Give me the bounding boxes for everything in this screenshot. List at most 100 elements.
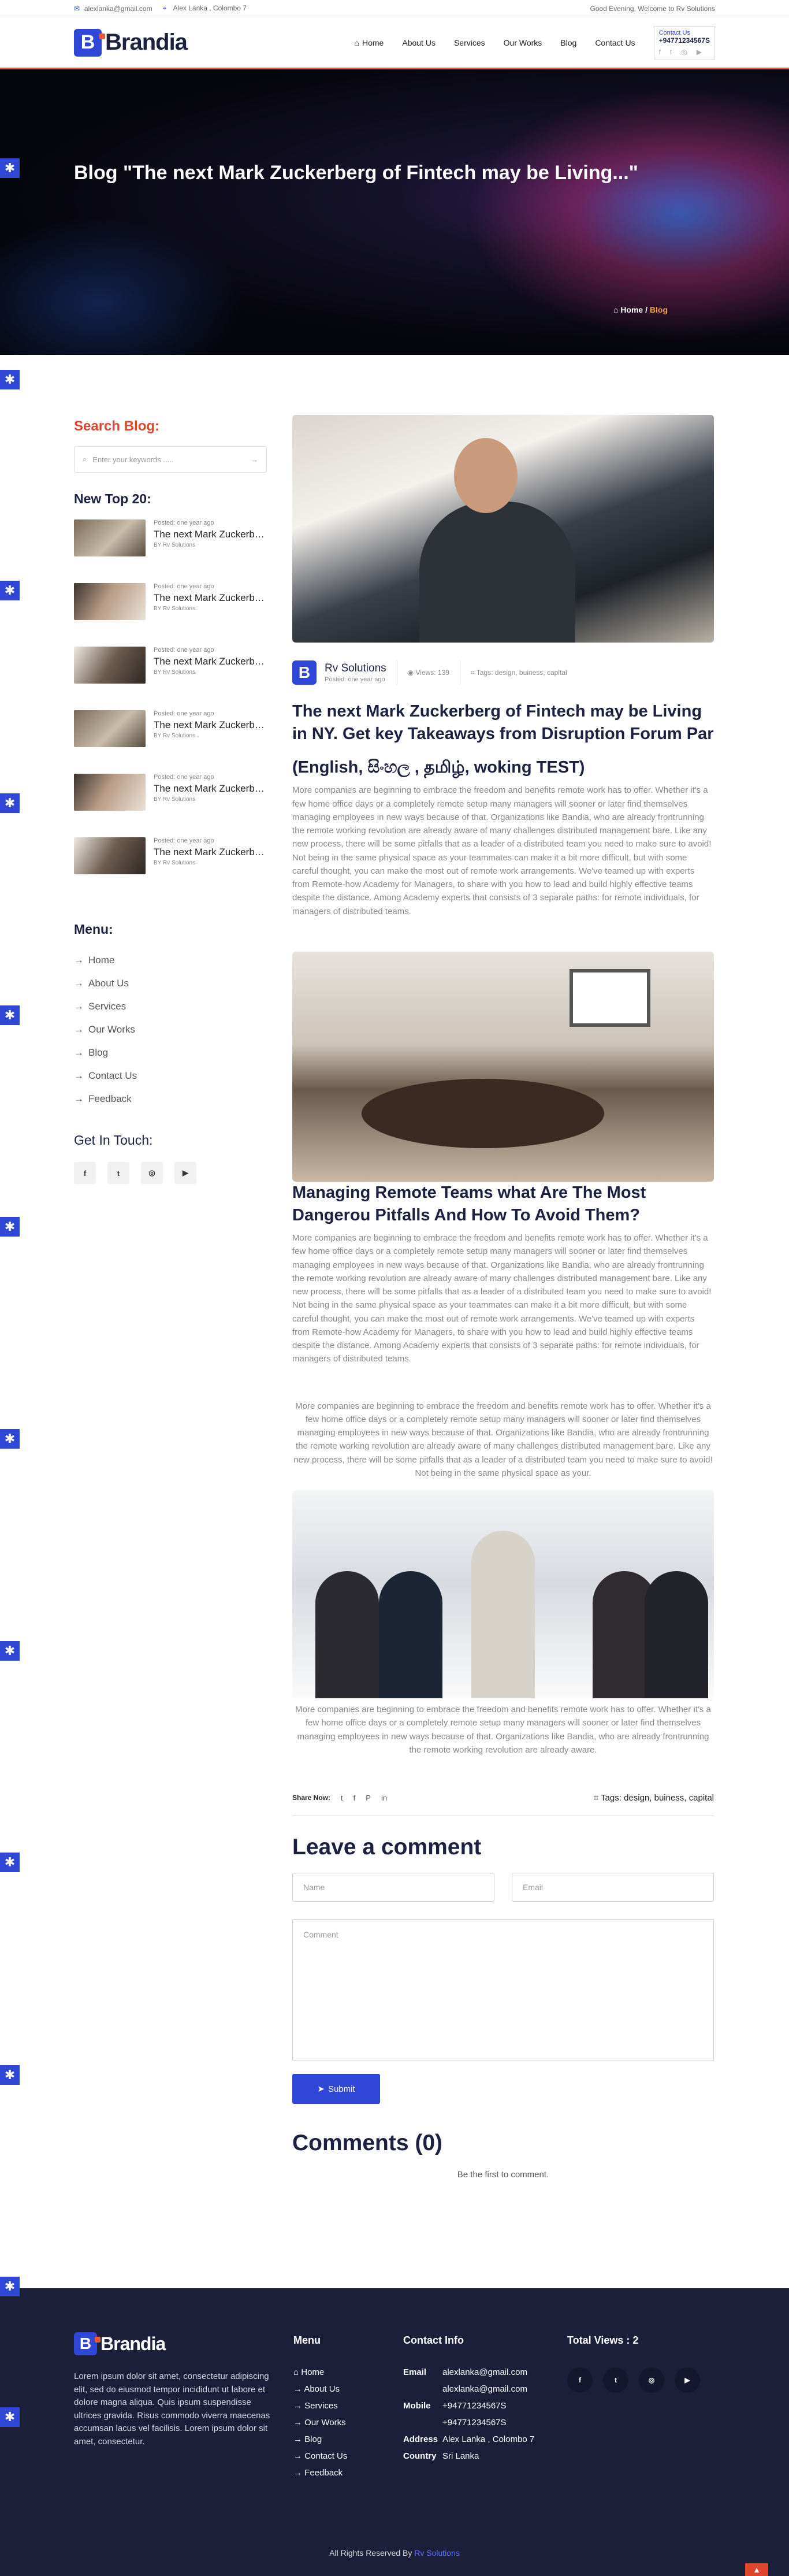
list-item[interactable]: Posted: one year ago The next Mark Zucker… — [74, 583, 267, 634]
back-to-top-button[interactable]: ▲ — [745, 2563, 768, 2576]
arrow-right-icon: → — [74, 978, 84, 989]
sidebar-item-our-works[interactable]: → Our Works — [74, 1018, 267, 1041]
footer-item-about-us[interactable]: → About Us — [293, 2384, 347, 2401]
submit-button[interactable]: ➤ Submit — [292, 2074, 380, 2104]
arrow-right-icon: → — [74, 1093, 84, 1104]
facebook-icon[interactable]: f — [567, 2367, 593, 2393]
article-hero-image — [292, 415, 714, 643]
email-field[interactable]: Email — [512, 1873, 714, 1902]
greeting: Good Evening, Welcome to Rv Solutions — [590, 4, 715, 13]
list-item[interactable]: Posted: one year ago The next Mark Zucker… — [74, 837, 267, 888]
breadcrumb-home[interactable]: ⌂ Home — [613, 305, 643, 314]
accessibility-star-icon[interactable]: ✱ — [0, 2407, 20, 2427]
footer-item-blog[interactable]: → Blog — [293, 2434, 347, 2451]
nav-our-works[interactable]: Our Works — [504, 38, 542, 47]
comment-field[interactable]: Comment — [292, 1919, 714, 2062]
email-info[interactable]: ✉ alexlanka@gmail.com — [74, 5, 152, 13]
header-phone[interactable]: +94771234567S — [659, 36, 710, 44]
share-bar: Share Now: t f P in ⌗ Tags: design, buin… — [292, 1788, 714, 1807]
post-thumbnail — [74, 583, 146, 620]
youtube-icon[interactable]: ▶ — [697, 48, 702, 56]
linkedin-icon[interactable]: in — [381, 1794, 387, 1802]
author-bar: B Rv Solutions Posted: one year ago ◉ Vie… — [292, 658, 714, 688]
search-input[interactable]: ⌕ Enter your keywords ..... → — [74, 446, 267, 473]
sidebar: Search Blog: ⌕ Enter your keywords .....… — [74, 415, 267, 2180]
pinterest-icon[interactable]: P — [366, 1794, 371, 1802]
facebook-icon[interactable]: f — [353, 1794, 356, 1802]
main-nav: ⌂ Home About Us Services Our Works Blog C… — [355, 25, 715, 60]
post-thumbnail — [74, 774, 146, 811]
search-title: Search Blog: — [74, 418, 160, 434]
sidebar-item-blog[interactable]: → Blog — [74, 1041, 267, 1064]
phone-icon-label: Contact Us — [658, 29, 690, 36]
arrow-right-icon: → — [74, 1047, 84, 1058]
instagram-icon[interactable]: ◎ — [639, 2367, 664, 2393]
accessibility-star-icon[interactable]: ✱ — [0, 158, 20, 178]
list-item[interactable]: Posted: one year ago The next Mark Zucker… — [74, 710, 267, 761]
arrow-right-icon[interactable]: → — [251, 455, 258, 464]
instagram-icon[interactable]: ◎ — [141, 1162, 163, 1184]
list-item[interactable]: Posted: one year ago The next Mark Zucker… — [74, 774, 267, 825]
nav-services[interactable]: Services — [454, 38, 485, 47]
youtube-icon[interactable]: ▶ — [675, 2367, 700, 2393]
instagram-icon[interactable]: ◎ — [681, 48, 687, 56]
name-field[interactable]: Name — [292, 1873, 494, 1902]
accessibility-star-icon[interactable]: ✱ — [0, 1429, 20, 1449]
footer-item-home[interactable]: ⌂ Home — [293, 2367, 347, 2384]
accessibility-star-icon[interactable]: ✱ — [0, 1641, 20, 1661]
tag-icon: ⌗ — [593, 1792, 599, 1803]
post-thumbnail — [74, 519, 146, 556]
twitter-icon[interactable]: t — [341, 1794, 343, 1802]
accessibility-star-icon[interactable]: ✱ — [0, 581, 20, 600]
accessibility-star-icon[interactable]: ✱ — [0, 1217, 20, 1237]
sidebar-item-contact-us[interactable]: → Contact Us — [74, 1064, 267, 1087]
footer-item-our-works[interactable]: → Our Works — [293, 2418, 347, 2434]
list-item[interactable]: Posted: one year ago The next Mark Zucker… — [74, 647, 267, 697]
accessibility-star-icon[interactable]: ✱ — [0, 1853, 20, 1872]
twitter-icon[interactable]: t — [603, 2367, 628, 2393]
accessibility-star-icon[interactable]: ✱ — [0, 2277, 20, 2296]
twitter-icon[interactable]: t — [670, 48, 672, 56]
nav-about-us[interactable]: About Us — [402, 38, 436, 47]
sidebar-item-feedback[interactable]: → Feedback — [74, 1087, 267, 1111]
footer-item-contact-us[interactable]: → Contact Us — [293, 2451, 347, 2468]
facebook-icon[interactable]: f — [659, 48, 661, 56]
nav-contact-us[interactable]: Contact Us — [595, 38, 635, 47]
youtube-icon[interactable]: ▶ — [174, 1162, 196, 1184]
site-header: B Brandia ⌂ Home About Us Services Our Wo… — [0, 17, 789, 69]
accessibility-star-icon[interactable]: ✱ — [0, 793, 20, 813]
sidebar-item-home[interactable]: → Home — [74, 949, 267, 972]
facebook-icon[interactable]: f — [74, 1162, 96, 1184]
comments-empty: Be the first to comment. — [457, 2170, 549, 2180]
nav-home[interactable]: ⌂ Home — [355, 38, 384, 47]
sidebar-social: f t ◎ ▶ — [74, 1162, 267, 1184]
list-item[interactable]: Posted: one year ago The next Mark Zucker… — [74, 519, 267, 570]
footer-item-services[interactable]: → Services — [293, 2401, 347, 2418]
brand-logo[interactable]: B Brandia — [74, 28, 188, 57]
accessibility-star-icon[interactable]: ✱ — [0, 370, 20, 389]
comment-form-title: Leave a comment — [292, 1835, 482, 1860]
copyright-link[interactable]: Rv Solutions — [414, 2548, 460, 2558]
sidebar-item-about-us[interactable]: → About Us — [74, 972, 267, 995]
accessibility-star-icon[interactable]: ✱ — [0, 2065, 20, 2085]
menu-title: Menu: — [74, 922, 113, 937]
footer-logo[interactable]: B Brandia — [74, 2332, 275, 2355]
views-count: ◉ Views: 139 — [407, 669, 449, 677]
send-icon: ➤ — [317, 2084, 325, 2095]
footer-item-feedback[interactable]: → Feedback — [293, 2468, 347, 2485]
paragraph: More companies are beginning to embrace … — [292, 1233, 712, 1364]
twitter-icon[interactable]: t — [107, 1162, 129, 1184]
author-name[interactable]: Rv Solutions — [325, 662, 386, 675]
nav-blog[interactable]: Blog — [560, 38, 576, 47]
footer-views: Total Views : 2 f t ◎ ▶ — [567, 2334, 700, 2393]
article-title: The next Mark Zuckerberg of Fintech may … — [292, 702, 714, 744]
accessibility-star-icon[interactable]: ✱ — [0, 1005, 20, 1025]
share-label: Share Now: — [292, 1794, 331, 1802]
sidebar-item-services[interactable]: → Services — [74, 995, 267, 1018]
top-posts-title: New Top 20: — [74, 491, 151, 506]
logo-mark-icon: B — [74, 28, 105, 57]
paragraph: More companies are beginning to embrace … — [293, 1401, 713, 1478]
map-pin-icon: ⌖ — [162, 4, 167, 12]
footer-menu: Menu ⌂ Home → About Us → Services → Our … — [293, 2334, 347, 2485]
hero-banner: Blog "The next Mark Zuckerberg of Fintec… — [0, 69, 789, 355]
